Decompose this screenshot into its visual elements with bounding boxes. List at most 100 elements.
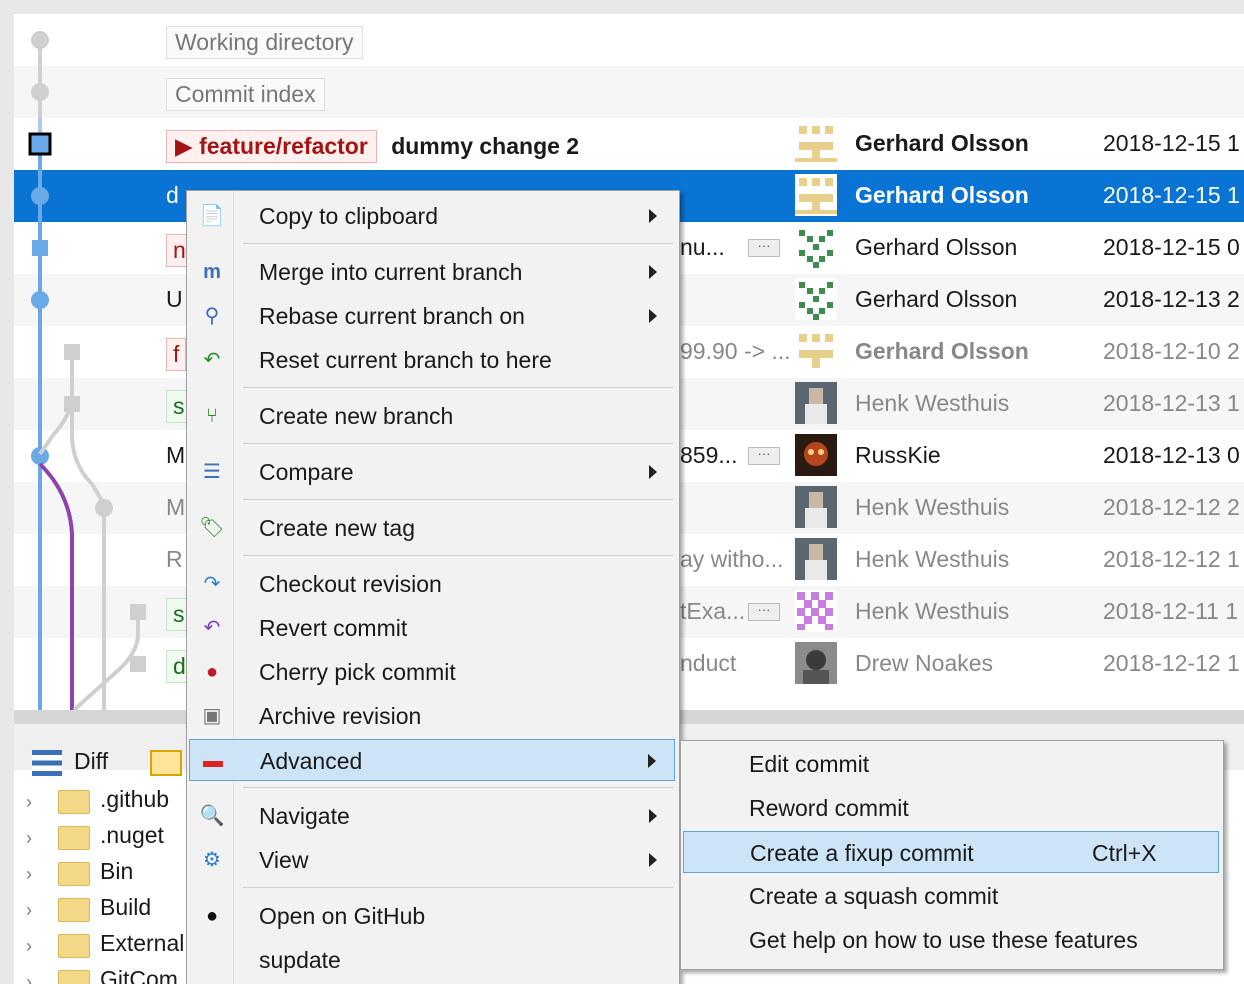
menu-item-merge[interactable]: m Merge into current branch [189,251,675,293]
commit-message: tExa... [680,598,746,624]
menu-item-cherry-pick[interactable]: ● Cherry pick commit [189,651,675,693]
menu-item-copy-to-clipboard[interactable]: 📄 Copy to clipboard [189,195,675,237]
folder-icon [58,970,90,984]
commit-author: RussKie [855,442,941,468]
commit-message: 99.90 -> ... [680,338,791,364]
menu-item-create-tag[interactable]: 🏷 Create new tag [189,507,675,549]
menu-item-open-github[interactable]: ● Open on GitHub [189,895,675,937]
menu-item-rebase[interactable]: ⚲ Rebase current branch on [189,295,675,337]
menu-separator [243,443,673,444]
commit-date: 2018-12-15 1 [1103,130,1240,156]
menu-item-script[interactable]: supdate [189,939,675,981]
avatar [795,226,837,268]
menu-item-label: Create new branch [259,403,454,429]
commit-date: 2018-12-15 1 [1103,182,1240,208]
menu-item-label: Reword commit [749,795,909,821]
submenu-item-fixup-commit[interactable]: Create a fixup commit Ctrl+X [683,831,1219,873]
menu-item-advanced[interactable]: ▬ Advanced [189,739,675,781]
chevron-right-icon[interactable]: › [26,828,32,849]
ref-label: Working directory [166,26,363,59]
navigate-icon: 🔍 [199,805,225,827]
menu-item-view[interactable]: ⚙ View [189,839,675,881]
avatar [795,174,837,216]
commit-author: Henk Westhuis [855,598,1010,624]
menu-item-label: Create a squash commit [749,883,999,909]
menu-item-label: Edit commit [749,751,870,777]
view-icon: ⚙ [203,849,221,871]
more-button[interactable]: ··· [748,603,780,621]
compare-icon: ☰ [203,461,221,483]
commit-message: nduct [680,650,737,676]
menu-item-revert[interactable]: ↶ Revert commit [189,607,675,649]
tab-diff[interactable]: Diff [32,738,108,784]
avatar [795,538,837,580]
tree-item-label: .nuget [100,822,164,848]
chevron-right-icon[interactable]: › [26,900,32,921]
tree-item-label: .github [100,786,170,812]
branch-add-icon: ⑂ [206,405,218,427]
commit-date: 2018-12-13 2 [1103,286,1240,312]
more-button[interactable]: ··· [748,239,780,257]
menu-item-label: Create new tag [259,515,415,541]
avatar [795,434,837,476]
tab-diff-label: Diff [74,748,109,774]
chevron-right-icon[interactable]: › [26,936,32,957]
commit-message: nu... [680,234,725,260]
submenu-arrow-icon [649,465,657,479]
revision-row[interactable]: Commit index [14,66,1244,118]
commit-date: 2018-12-15 0 [1103,234,1240,260]
github-icon: ● [205,905,219,927]
revision-context-menu: 📄 Copy to clipboard m Merge into current… [186,190,680,984]
ref-label: Commit index [166,78,325,111]
commit-message: 859... [680,442,738,468]
tree-item-label: Build [100,894,152,920]
commit-author: Gerhard Olsson [855,130,1029,156]
menu-item-label: Reset current branch to here [259,347,552,373]
submenu-item-help[interactable]: Get help on how to use these features [683,919,1219,961]
menu-item-create-branch[interactable]: ⑂ Create new branch [189,395,675,437]
tree-item-label: Bin [100,858,134,884]
menu-item-archive[interactable]: ▣ Archive revision [189,695,675,737]
commit-date: 2018-12-11 1 [1103,598,1239,624]
menu-item-compare[interactable]: ☰ Compare [189,451,675,493]
menu-item-label: Archive revision [259,703,422,729]
top-border [0,0,1244,14]
more-button[interactable]: ··· [748,447,780,465]
tag-add-icon: 🏷 [199,517,225,539]
menu-item-navigate[interactable]: 🔍 Navigate [189,795,675,837]
chevron-right-icon[interactable]: › [26,792,32,813]
folder-icon [58,862,90,886]
commit-date: 2018-12-12 2 [1103,494,1240,520]
commit-date: 2018-12-13 0 [1103,442,1240,468]
tab-file-tree[interactable] [150,738,182,784]
chevron-right-icon[interactable]: › [26,864,32,885]
revision-row[interactable]: Working directory [14,14,1244,66]
menu-item-label: Cherry pick commit [259,659,456,685]
submenu-item-reword-commit[interactable]: Reword commit [683,787,1219,829]
menu-item-label: Open on GitHub [259,903,426,929]
menu-item-label: Copy to clipboard [259,203,438,229]
compare-icon [32,749,62,776]
folder-icon [58,898,90,922]
revision-row[interactable]: ▶ feature/refactor dummy change 2 Gerhar… [14,118,1244,170]
menu-item-reset[interactable]: ↶ Reset current branch to here [189,339,675,381]
avatar [795,486,837,528]
chevron-right-icon[interactable]: › [26,972,32,984]
submenu-item-squash-commit[interactable]: Create a squash commit [683,875,1219,917]
commit-author: Gerhard Olsson [855,182,1029,208]
branch-label[interactable]: ▶ feature/refactor [166,130,377,163]
submenu-item-edit-commit[interactable]: Edit commit [683,743,1219,785]
commit-author: Henk Westhuis [855,546,1010,572]
menu-separator [243,787,673,788]
rebase-icon: ⚲ [204,305,220,327]
tree-item-label: GitCom [100,966,178,984]
commit-author: Henk Westhuis [855,390,1010,416]
git-extensions-window: Working directory Commit index ▶ feature… [0,0,1244,984]
avatar [795,382,837,424]
submenu-arrow-icon [648,754,656,768]
menu-separator [243,499,673,500]
commit-date: 2018-12-12 1 [1103,650,1240,676]
commit-author: Gerhard Olsson [855,234,1018,260]
menu-item-checkout[interactable]: ↷ Checkout revision [189,563,675,605]
commit-date: 2018-12-12 1 [1103,546,1240,572]
